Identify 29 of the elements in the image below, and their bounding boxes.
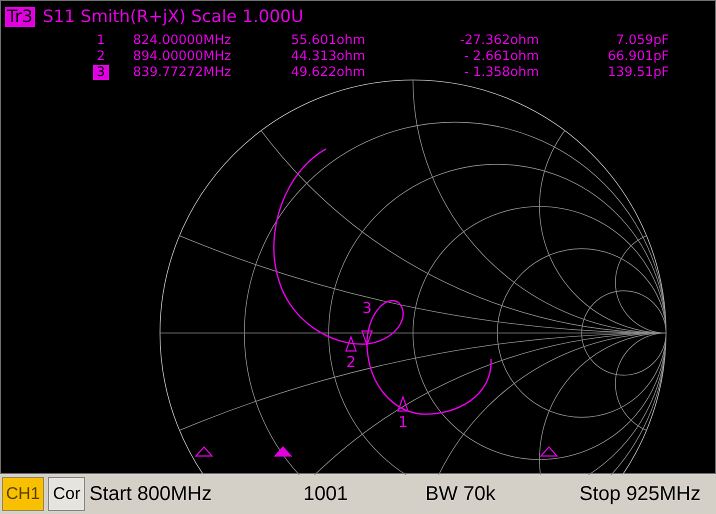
marker-capacitance: 139.51pF [606,65,669,81]
stop-frequency: Stop 925MHz [579,482,701,506]
marker-label: 1 [398,413,408,431]
marker-capacitance: 7.059pF [615,33,669,49]
marker-resistance: 49.622ohm [290,65,366,81]
marker-frequency: 839.77272MHz [132,65,232,81]
bandwidth: BW 70k [425,482,496,506]
marker-triangle-icon [397,395,409,412]
marker-number: 3 [92,65,109,80]
marker-frequency: 824.00000MHz [132,33,232,49]
marker-frequency: 894.00000MHz [132,49,232,65]
marker-resistance: 44.313ohm [290,49,366,65]
marker-reactance: -27.362ohm [458,33,539,49]
channel-button[interactable]: CH1 [2,477,44,511]
marker-label: 2 [346,353,356,371]
marker-triangle-icon [361,330,373,347]
marker-number: 2 [96,49,106,64]
start-frequency: Start 800MHz [89,482,213,506]
marker-triangle-icon [345,335,357,352]
marker-capacitance: 66.901pF [606,49,669,65]
correction-button[interactable]: Cor [48,477,86,511]
marker-reactance: - 2.661ohm [463,49,539,65]
marker-label: 3 [362,299,372,317]
marker-resistance: 55.601ohm [290,33,366,49]
trace-badge: Tr3 [5,7,35,27]
marker-reactance: - 1.358ohm [463,65,539,81]
sweep-points: 1001 [303,482,349,506]
trace-title: S11 Smith(R+jX) Scale 1.000U [42,7,304,27]
marker-number: 1 [96,33,106,48]
